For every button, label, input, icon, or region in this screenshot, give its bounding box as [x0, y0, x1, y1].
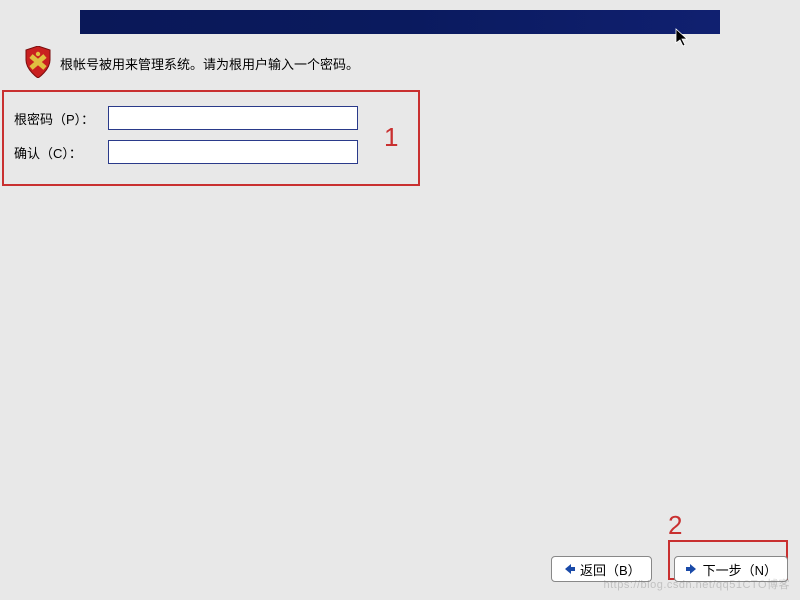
instruction-text: 根帐号被用来管理系统。请为根用户输入一个密码。 [60, 54, 359, 73]
header-banner [80, 10, 720, 34]
watermark-text: https://blog.csdn.net/qq51CTO博客 [604, 576, 791, 592]
annotation-number-2: 2 [668, 510, 682, 541]
arrow-left-icon [562, 562, 576, 576]
annotation-box-1 [2, 90, 420, 186]
password-row: 根密码（P）： [14, 106, 358, 130]
confirm-password-input[interactable] [108, 140, 358, 164]
confirm-label: 确认（C）： [14, 143, 108, 162]
confirm-row: 确认（C）： [14, 140, 358, 164]
shield-icon [24, 46, 52, 78]
arrow-right-icon [685, 562, 699, 576]
password-label: 根密码（P）： [14, 109, 108, 128]
annotation-number-1: 1 [384, 122, 398, 153]
root-password-input[interactable] [108, 106, 358, 130]
